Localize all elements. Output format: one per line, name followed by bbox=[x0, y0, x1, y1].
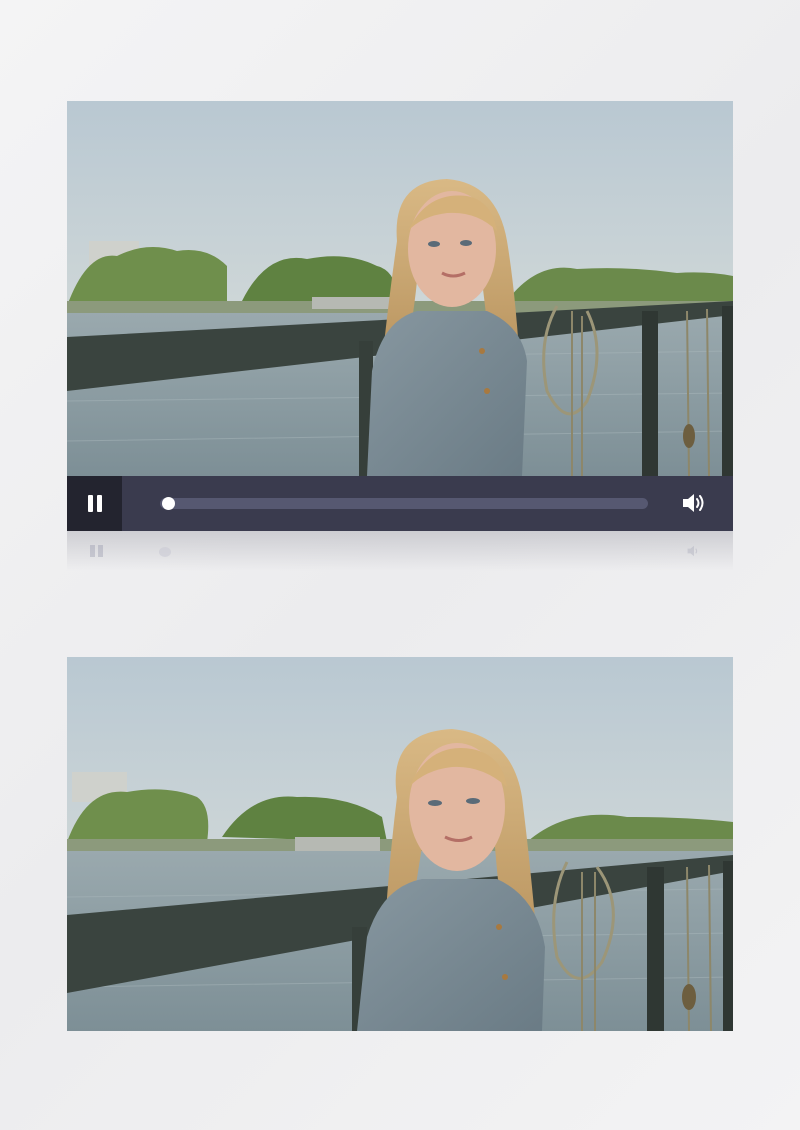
video-frame-top[interactable] bbox=[67, 101, 733, 476]
volume-icon bbox=[683, 494, 704, 512]
video-still bbox=[67, 101, 733, 476]
volume-icon-reflection bbox=[687, 545, 698, 557]
control-bar-reflection bbox=[67, 531, 733, 571]
pause-icon-reflection bbox=[87, 545, 103, 557]
pause-button[interactable] bbox=[67, 476, 122, 531]
progress-bar[interactable] bbox=[160, 497, 648, 510]
volume-button[interactable] bbox=[681, 491, 707, 515]
pause-icon bbox=[88, 495, 93, 512]
video-still bbox=[67, 657, 733, 1031]
video-control-bar bbox=[67, 476, 733, 531]
video-frame-bottom bbox=[67, 657, 733, 1031]
progress-knob-reflection bbox=[159, 547, 171, 557]
progress-knob[interactable] bbox=[162, 497, 175, 510]
pause-icon-bar bbox=[97, 495, 102, 512]
